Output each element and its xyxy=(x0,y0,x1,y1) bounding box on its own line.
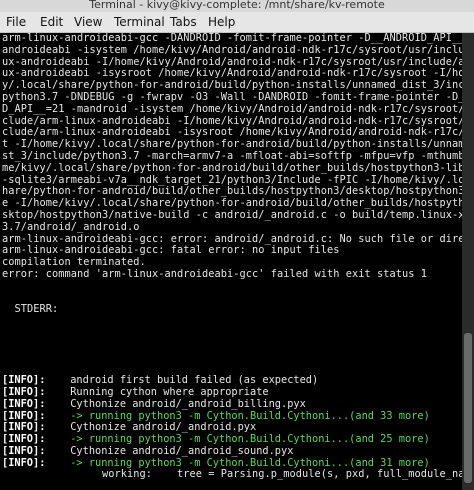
menu-view[interactable]: View xyxy=(74,15,102,29)
info-tag: [INFO]: xyxy=(2,456,46,469)
menu-help[interactable]: Help xyxy=(208,15,235,29)
output-line: error: command 'arm-linux-androideabi-gc… xyxy=(2,267,427,280)
vertical-scrollbar[interactable] xyxy=(462,33,474,490)
info-text: Cythonize android/_android_billing.pyx xyxy=(70,397,306,410)
output-line: st_3/include/python3.7 -march=armv7-a -m… xyxy=(2,149,462,162)
output-line: androideabi -isystem /home/kivy/Android/… xyxy=(2,43,462,56)
info-tag: [INFO]: xyxy=(2,444,46,457)
info-tag: [INFO]: xyxy=(2,433,46,446)
scrollbar-thumb[interactable] xyxy=(464,333,472,483)
info-tag: [INFO]: xyxy=(2,397,46,410)
info-tag: [INFO]: xyxy=(2,374,46,387)
info-text: Running cython where appropriate xyxy=(70,385,269,398)
working-text: working: tree = Parsing.p_module(s, pxd,… xyxy=(102,468,462,481)
info-tag: [INFO]: xyxy=(2,421,46,434)
terminal-window: Terminal - kivy@kivy-complete: /mnt/shar… xyxy=(0,0,474,490)
menu-bar: File Edit View Terminal Tabs Help xyxy=(0,12,474,33)
stderr-text: STDERR: xyxy=(14,303,59,316)
menu-file[interactable]: File xyxy=(6,15,26,29)
window-title: Terminal - kivy@kivy-complete: /mnt/shar… xyxy=(89,0,385,11)
info-text: -> running python3 -m Cython.Build.Cytho… xyxy=(70,456,430,469)
info-text: android first build failed (as expected) xyxy=(70,374,319,387)
info-text: -> running python3 -m Cython.Build.Cytho… xyxy=(70,409,430,422)
output-line: sktop/hostpython3/native-build -c androi… xyxy=(2,208,462,221)
output-line: 3.7/android/_android.o xyxy=(2,220,140,233)
output-line: me/kivy/.local/share/python-for-android/… xyxy=(2,161,462,174)
output-line: D_API__=21 -mandroid -isystem /home/kivy… xyxy=(2,102,462,115)
info-text: Cythonize android/_android_sound.pyx xyxy=(70,444,294,457)
info-tag: [INFO]: xyxy=(2,385,46,398)
menu-edit[interactable]: Edit xyxy=(40,15,63,29)
info-text: Cythonize android/_android.pyx xyxy=(70,421,257,434)
info-tag: [INFO]: xyxy=(2,409,46,422)
stderr-label: STDERR: xyxy=(0,303,462,316)
output-line: python3.7 -DNDEBUG -g -fwrapv -O3 -Wall … xyxy=(2,90,462,103)
menu-tabs[interactable]: Tabs xyxy=(170,15,197,29)
info-text: -> running python3 -m Cython.Build.Cytho… xyxy=(70,433,430,446)
working-line: working: tree = Parsing.p_module(s, pxd,… xyxy=(0,469,462,481)
menu-terminal[interactable]: Terminal xyxy=(114,15,165,29)
terminal-output[interactable]: arm-linux-androideabi-gcc -DANDROID -fom… xyxy=(0,33,462,490)
